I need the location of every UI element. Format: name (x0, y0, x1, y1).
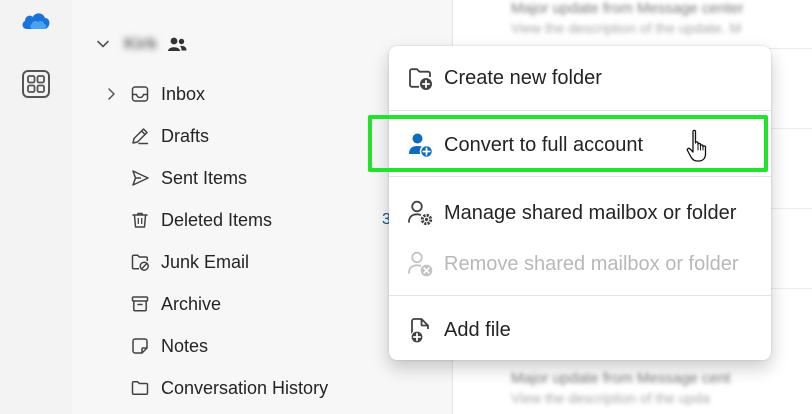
send-icon (132, 170, 149, 186)
message-preview: View the description of the update. M (511, 20, 742, 36)
inbox-icon (131, 86, 149, 102)
junk-folder-icon (131, 254, 149, 271)
folder-label: Inbox (161, 84, 206, 104)
folder-label: Conversation History (161, 378, 329, 398)
folder-label: Drafts (161, 126, 210, 146)
chevron-down-icon[interactable] (96, 37, 110, 51)
note-icon (132, 338, 148, 354)
folder-item-conversation-history[interactable]: Conversation History (72, 367, 452, 409)
document-add-icon (410, 318, 429, 344)
folder-label: Deleted Items (161, 210, 273, 230)
folder-label: Sent Items (161, 168, 248, 188)
menu-item-manage-shared-mailbox[interactable]: Manage shared mailbox or folder (389, 191, 771, 235)
shared-account-header[interactable]: Kirk (96, 30, 187, 58)
drafts-pencil-icon (132, 128, 149, 145)
trash-icon (132, 212, 148, 228)
hand-cursor-icon (686, 129, 707, 162)
menu-item-label: Add file (444, 319, 511, 341)
folder-context-menu: Create new folder Convert to full accoun… (389, 46, 771, 360)
folder-label: Archive (161, 294, 222, 314)
archive-icon (131, 296, 149, 312)
app-rail (0, 0, 72, 414)
onedrive-logo-icon[interactable] (21, 9, 51, 31)
folder-label: Notes (161, 336, 209, 356)
menu-item-label: Manage shared mailbox or folder (444, 202, 737, 224)
menu-separator (389, 295, 771, 296)
message-subject: Major update from Message cent (511, 370, 731, 387)
menu-item-label: Create new folder (444, 67, 602, 89)
apps-icon[interactable] (21, 69, 51, 99)
chevron-right-icon[interactable] (104, 87, 118, 101)
menu-item-remove-shared-mailbox: Remove shared mailbox or folder (389, 242, 771, 286)
menu-separator (389, 110, 771, 111)
message-item[interactable]: Major update from Message center View th… (511, 0, 812, 40)
person-remove-icon (408, 251, 433, 277)
message-subject: Major update from Message center (511, 0, 744, 17)
folder-label: Junk Email (161, 252, 250, 272)
account-name: Kirk (124, 34, 158, 53)
menu-separator (389, 176, 771, 177)
message-item[interactable]: Major update from Message cent View the … (511, 370, 812, 410)
message-preview: View the description of the upda (511, 390, 710, 406)
person-settings-icon (408, 200, 433, 226)
folder-icon (131, 380, 149, 396)
people-icon (168, 37, 187, 51)
menu-item-add-file[interactable]: Add file (389, 308, 771, 352)
folder-add-icon (409, 68, 432, 90)
menu-item-label: Remove shared mailbox or folder (444, 253, 739, 275)
menu-item-create-new-folder[interactable]: Create new folder (389, 56, 771, 100)
